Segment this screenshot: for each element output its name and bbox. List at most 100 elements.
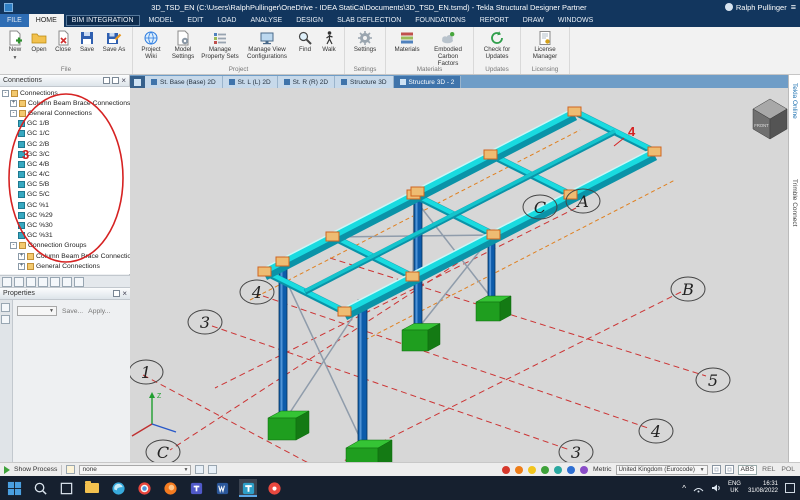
tree-item-general-connections[interactable]: -General Connections — [0, 108, 130, 118]
sort-icon[interactable] — [14, 277, 24, 287]
rel-coords-button[interactable]: REL — [761, 466, 776, 473]
clock[interactable]: 16:31 31/08/2022 — [748, 481, 778, 495]
snap-toggle-icon[interactable] — [725, 465, 734, 474]
save-as-button[interactable]: Save As — [99, 29, 129, 55]
beam-members[interactable] — [264, 108, 655, 316]
tree-item-connections[interactable]: -Connections — [0, 88, 130, 98]
task-view-button[interactable] — [57, 479, 75, 497]
tree-item-gc[interactable]: GC %29 — [0, 210, 130, 220]
save-properties-button[interactable]: Save... — [62, 308, 83, 315]
tab-bim-integration[interactable]: BIM INTEGRATION — [66, 15, 140, 26]
network-icon[interactable] — [693, 483, 704, 493]
menu-icon[interactable]: ≡ — [791, 3, 796, 12]
show-failing-icon[interactable] — [62, 277, 72, 287]
tekla-online-tab[interactable]: Tekla Online — [791, 83, 798, 119]
tab-model[interactable]: MODEL — [142, 14, 181, 27]
design-code-select[interactable]: United Kingdom (Eurocode)▼ — [616, 465, 708, 475]
close-icon[interactable]: × — [122, 290, 127, 297]
properties-mode-icon[interactable] — [1, 303, 10, 312]
expand-icon[interactable]: + — [18, 253, 25, 260]
tree-item-cbb-connections[interactable]: +Column Beam Brace Connections — [0, 98, 130, 108]
highlight-filter-select[interactable]: none▼ — [79, 465, 191, 475]
user-account[interactable]: Ralph Pullinger — [725, 3, 787, 12]
tree-item-gc[interactable]: GC 4/C — [0, 170, 130, 180]
filter-icon[interactable] — [2, 277, 12, 287]
tree-item-gc[interactable]: GC %30 — [0, 220, 130, 230]
view-tab-structure-3d-2[interactable]: Structure 3D - 2 — [394, 76, 462, 88]
collapse-all-icon[interactable] — [38, 277, 48, 287]
manage-view-configurations-button[interactable]: Manage View Configurations — [241, 29, 293, 62]
tree-item-gc[interactable]: GC 5/C — [0, 190, 130, 200]
property-set-select[interactable]: ▼ — [17, 306, 57, 316]
show-passing-icon[interactable] — [50, 277, 60, 287]
tree-item-gc[interactable]: GC %1 — [0, 200, 130, 210]
new-button[interactable]: New▼ — [3, 29, 27, 62]
settings-button[interactable]: Settings — [348, 29, 382, 55]
dock-icon[interactable] — [103, 77, 110, 84]
collapse-icon[interactable]: - — [10, 110, 17, 117]
units-label[interactable]: Metric — [593, 466, 612, 473]
view-tab-st-r[interactable]: St. R (R) 2D — [278, 76, 335, 88]
trimble-connect-tab[interactable]: Trimble Connect — [791, 179, 798, 226]
tab-slab-deflection[interactable]: SLAB DEFLECTION — [330, 14, 408, 27]
tree-item-gc[interactable]: GC 3/C — [0, 149, 130, 159]
check-for-updates-button[interactable]: Check for Updates — [477, 29, 517, 62]
abs-coords-button[interactable]: ABS — [738, 465, 758, 475]
tab-windows[interactable]: WINDOWS — [551, 14, 600, 27]
tree-item-gc[interactable]: GC 1/B — [0, 119, 130, 129]
idea-statica-button[interactable] — [265, 479, 283, 497]
tab-analyse[interactable]: ANALYSE — [243, 14, 289, 27]
grid-toggle-icon[interactable] — [712, 465, 721, 474]
column-members[interactable] — [279, 192, 495, 455]
collapse-icon[interactable]: - — [2, 90, 9, 97]
tree-item-general-group[interactable]: +General Connections — [0, 261, 130, 271]
expand-icon[interactable]: + — [18, 263, 25, 270]
edge-button[interactable] — [109, 479, 127, 497]
selection-mode-icon[interactable] — [208, 465, 217, 474]
status-lights[interactable] — [501, 465, 589, 475]
tab-foundations[interactable]: FOUNDATIONS — [408, 14, 472, 27]
tab-edit[interactable]: EDIT — [180, 14, 210, 27]
tekla-tsd-button[interactable] — [239, 479, 257, 497]
tree-item-gc[interactable]: GC 5/B — [0, 180, 130, 190]
properties-list-icon[interactable] — [1, 315, 10, 324]
chrome-button[interactable] — [135, 479, 153, 497]
tree-item-gc[interactable]: GC %31 — [0, 231, 130, 241]
expand-all-icon[interactable] — [26, 277, 36, 287]
walk-button[interactable]: Walk — [317, 29, 341, 55]
open-button[interactable]: Open — [28, 29, 50, 55]
view-tab-structure-3d[interactable]: Structure 3D — [335, 76, 394, 88]
action-center-icon[interactable] — [785, 483, 795, 493]
language-indicator[interactable]: ENG UK — [728, 481, 741, 495]
embodied-carbon-factors-button[interactable]: Embodied Carbon Factors — [426, 29, 470, 68]
tree-item-gc[interactable]: GC 2/B — [0, 139, 130, 149]
manage-property-sets-button[interactable]: Manage Property Sets — [200, 29, 240, 62]
tab-file[interactable]: FILE — [0, 14, 29, 27]
save-button[interactable]: Save — [76, 29, 98, 55]
pin-icon[interactable] — [112, 77, 119, 84]
speaker-icon[interactable] — [711, 483, 721, 493]
collapse-icon[interactable]: - — [10, 242, 17, 249]
views-menu-button[interactable] — [130, 76, 145, 88]
model-3d-viewport[interactable]: 4 C A B 5 4 3 C 1 3 4 Z — [130, 88, 788, 462]
tree-item-cbb-group[interactable]: +Column Beam Brace Connections — [0, 251, 130, 261]
license-manager-button[interactable]: License Manager — [524, 29, 566, 62]
tab-load[interactable]: LOAD — [210, 14, 243, 27]
search-button[interactable] — [31, 479, 49, 497]
project-wiki-button[interactable]: Project Wiki — [136, 29, 166, 62]
file-explorer-button[interactable] — [83, 479, 101, 497]
zoom-extents-icon[interactable] — [195, 465, 204, 474]
close-button[interactable]: Close — [51, 29, 75, 55]
tab-home[interactable]: HOME — [29, 14, 64, 27]
word-button[interactable] — [213, 479, 231, 497]
view-cube[interactable]: FRONT — [753, 99, 787, 139]
show-process-label[interactable]: Show Process — [14, 466, 57, 473]
tab-design[interactable]: DESIGN — [289, 14, 330, 27]
tree-item-gc[interactable]: GC 4/B — [0, 159, 130, 169]
show-all-icon[interactable] — [74, 277, 84, 287]
model-settings-button[interactable]: Model Settings — [167, 29, 199, 62]
apply-properties-button[interactable]: Apply... — [88, 308, 110, 315]
start-button[interactable] — [5, 479, 23, 497]
dock-icon[interactable] — [113, 290, 120, 297]
view-tab-st-l[interactable]: St. L (L) 2D — [223, 76, 278, 88]
